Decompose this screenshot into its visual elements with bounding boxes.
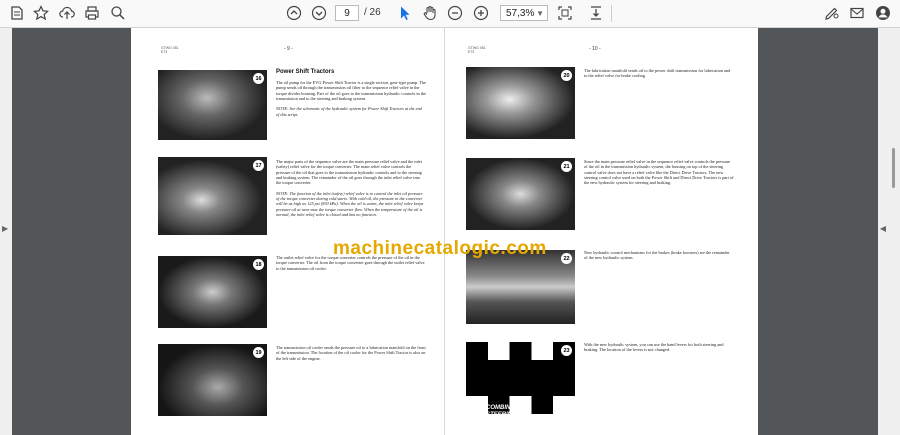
account-icon[interactable] <box>874 4 892 22</box>
zoom-search-icon[interactable] <box>109 4 127 22</box>
hand-tool-icon[interactable] <box>421 4 439 22</box>
figure-photo: 21 <box>466 158 575 230</box>
left-panel-handle[interactable]: ▶ <box>0 28 12 435</box>
watermark: machinecatalogic.com <box>333 238 547 259</box>
toolbar-divider <box>611 5 612 22</box>
section-title: Power Shift Tractors <box>276 69 335 75</box>
document-viewer[interactable]: ▶ ◀ GTWG 051 E73 - 9 - Power Shift Tract… <box>0 28 900 435</box>
figure-photo: 20 <box>466 67 575 139</box>
body-paragraph: The major parts of the sequence valve ar… <box>276 159 424 217</box>
page-total: / 26 <box>364 7 381 18</box>
scroll-mode-icon[interactable] <box>587 4 605 22</box>
left-page-header-code: GTWG 051 E73 <box>161 46 179 54</box>
slide-caption: COMBINED STEERING & BRAKING <box>486 405 520 424</box>
figure-number: 20 <box>561 70 572 81</box>
page-up-icon[interactable] <box>285 4 303 22</box>
left-page-number: - 9 - <box>284 46 293 52</box>
sign-icon[interactable] <box>823 4 841 22</box>
figure-number: 16 <box>253 73 264 84</box>
zoom-level-select[interactable]: 57,3% ▼ <box>500 5 548 21</box>
star-icon[interactable] <box>32 4 50 22</box>
right-page-header-code: GTWG 051 E73 <box>468 46 486 54</box>
figure-number: 19 <box>253 347 264 358</box>
print-icon[interactable] <box>83 4 101 22</box>
fit-page-icon[interactable] <box>556 4 574 22</box>
upload-icon[interactable] <box>58 4 76 22</box>
figure-number: 17 <box>253 160 264 171</box>
email-icon[interactable] <box>848 4 866 22</box>
right-panel-handle[interactable]: ◀ <box>878 28 900 435</box>
figure-photo: 18 <box>158 256 267 328</box>
figure-slide: 23 <box>466 342 575 414</box>
body-paragraph: With the new hydraulic system, you can u… <box>584 342 724 353</box>
figure-number: 23 <box>561 345 572 356</box>
figure-number: 18 <box>253 259 264 270</box>
scrollbar-thumb[interactable] <box>892 148 895 188</box>
page-gutter <box>444 28 445 435</box>
expand-right-icon[interactable]: ◀ <box>880 224 886 233</box>
figure-number: 21 <box>561 161 572 172</box>
body-paragraph: New hydraulic control mechanisms for the… <box>584 250 730 261</box>
page-number-input[interactable]: 9 <box>335 5 359 21</box>
figure-photo: 22 <box>466 250 575 324</box>
body-paragraph: The oil pump for the EVG Power Shift Tra… <box>276 80 427 117</box>
body-paragraph: The transmission oil cooler sends the pr… <box>276 345 426 361</box>
figure-photo: 17 <box>158 157 267 235</box>
figure-number: 22 <box>561 253 572 264</box>
zoom-level-value: 57,3% <box>506 8 535 19</box>
zoom-out-icon[interactable] <box>446 4 464 22</box>
document-spread: GTWG 051 E73 - 9 - Power Shift Tractors … <box>131 28 758 435</box>
zoom-in-icon[interactable] <box>472 4 490 22</box>
page-down-icon[interactable] <box>310 4 328 22</box>
body-paragraph: The lubrication manifold sends oil to th… <box>584 68 731 79</box>
body-paragraph: Since the main pressure relief valve in … <box>584 159 734 186</box>
figure-photo: 16 <box>158 70 267 140</box>
right-page-number: - 10 - <box>589 46 601 52</box>
expand-left-icon[interactable]: ▶ <box>2 224 8 233</box>
toolbar: 9 / 26 57,3% ▼ <box>0 0 900 28</box>
chevron-down-icon: ▼ <box>536 9 544 18</box>
select-cursor-icon[interactable] <box>396 4 414 22</box>
menu-icon[interactable] <box>8 4 26 22</box>
figure-photo: 19 <box>158 344 267 416</box>
